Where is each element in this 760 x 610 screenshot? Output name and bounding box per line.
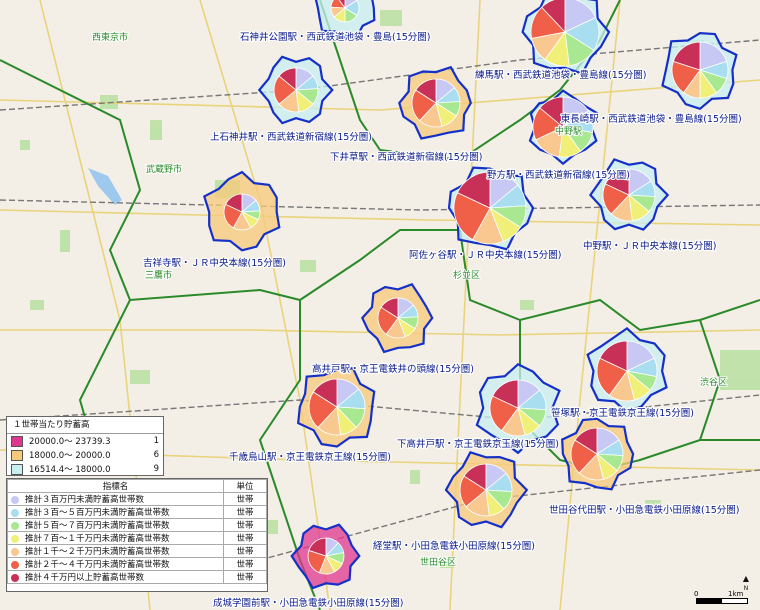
city-label: 武蔵野市 <box>146 163 182 175</box>
legend-indicators-table: 指標名 単位 推計３百万円未満貯蓄高世帯数 世帯 推計３百～５百万円未満貯蓄高世帯… <box>7 479 267 584</box>
station-label: 東長崎駅・西武鉄道池袋・豊島線(15分圏) <box>561 113 742 125</box>
center-label: 中野駅 <box>555 125 582 137</box>
legend-dot <box>11 573 19 582</box>
legend-indicator-row: 推計５百～７百万円未満貯蓄高世帯数 世帯 <box>7 518 267 532</box>
scale-one: 1km <box>728 590 744 598</box>
legend-dot <box>11 495 19 504</box>
station-label: 成城学園前駅・小田急電鉄小田原線(15分圏) <box>213 597 404 609</box>
scale-zero: 0 <box>694 590 699 598</box>
legend-indicator-name: 推計１千～２千万円未満貯蓄高世帯数 <box>25 547 170 557</box>
legend-indicator-unit: 世帯 <box>223 531 267 545</box>
legend-indicator-unit: 世帯 <box>223 557 267 571</box>
legend-range-count: 1 <box>153 436 159 446</box>
legend-swatch <box>11 449 23 461</box>
station-label: 高井戸駅・京王電鉄井の頭線(15分圏) <box>312 363 474 375</box>
city-label: 杉並区 <box>453 269 480 281</box>
station-label: 野方駅・西武鉄道新宿線(15分圏) <box>487 169 630 181</box>
legend-indicator-name: 推計３百万円未満貯蓄高世帯数 <box>25 495 145 505</box>
station-pie-chart <box>411 78 461 128</box>
legend-dot <box>11 521 19 530</box>
legend-dot <box>11 547 19 556</box>
station-pie-chart <box>459 463 513 517</box>
legend-indicator-unit: 世帯 <box>223 518 267 532</box>
scale-bar-graphic <box>696 598 748 604</box>
legend-indicator-row: 推計２千～４千万円未満貯蓄高世帯数 世帯 <box>7 557 267 571</box>
legend-col-unit: 単位 <box>223 479 267 493</box>
legend-indicator-name: 推計２千～４千万円未満貯蓄高世帯数 <box>25 560 170 570</box>
station-pie-chart <box>489 379 547 437</box>
north-arrow-icon: ▲ N <box>742 574 750 592</box>
legend-dot <box>11 534 19 543</box>
station-label: 千歳烏山駅・京王電鉄京王線(15分圏) <box>229 451 391 463</box>
legend-indicator-unit: 世帯 <box>223 492 267 506</box>
legend-dot <box>11 508 19 517</box>
station-pie-chart <box>453 171 527 245</box>
station-label: 上石神井駅・西武鉄道新宿線(15分圏) <box>210 131 372 143</box>
station-pie-chart <box>273 67 319 113</box>
legend-range-text: 20000.0～ 23739.3 <box>29 437 111 447</box>
legend-indicator-name: 推計７百～１千万円未満貯蓄高世帯数 <box>25 534 170 544</box>
city-label: 西東京市 <box>92 31 128 43</box>
station-label: 中野駅・ＪＲ中央本線(15分圏) <box>583 240 717 252</box>
legend-swatch <box>11 463 23 475</box>
station-label: 下高井戸駅・京王電鉄京王線(15分圏) <box>397 438 559 450</box>
scale-bar: 0 1km <box>694 590 752 606</box>
city-label: 三鷹市 <box>145 269 172 281</box>
station-pie-chart <box>570 427 624 481</box>
legend-indicator-name: 推計４千万円以上貯蓄高世帯数 <box>25 573 145 583</box>
station-label: 経堂駅・小田急電鉄小田原線(15分圏) <box>373 540 535 552</box>
legend-range-row: 20000.0～ 23739.3 1 <box>7 434 163 448</box>
legend-range-text: 16514.4～ 18000.0 <box>29 465 111 475</box>
legend-range-row: 16514.4～ 18000.0 9 <box>7 462 163 476</box>
station-pie-chart <box>596 340 658 402</box>
legend-indicator-row: 推計４千万円以上貯蓄高世帯数 世帯 <box>7 570 267 584</box>
station-label: 笹塚駅・京王電鉄京王線(15分圏) <box>551 407 694 419</box>
station-label: 吉祥寺駅・ＪＲ中央本線(15分圏) <box>143 257 286 269</box>
legend-indicator-row: 推計３百～５百万円未満貯蓄高世帯数 世帯 <box>7 505 267 519</box>
station-pie-chart <box>530 0 600 67</box>
legend-indicator-unit: 世帯 <box>223 544 267 558</box>
station-pie-chart <box>307 537 345 575</box>
legend-range-text: 18000.0～ 20000.0 <box>29 451 111 461</box>
city-label: 世田谷区 <box>420 556 456 568</box>
legend-indicator-row: 推計７百～１千万円未満貯蓄高世帯数 世帯 <box>7 531 267 545</box>
north-label: N <box>743 585 749 592</box>
station-label: 世田谷代田駅・小田急電鉄小田原線(15分圏) <box>549 504 740 516</box>
legend-indicator-unit: 世帯 <box>223 570 267 584</box>
legend-indicators: 指標名 単位 推計３百万円未満貯蓄高世帯数 世帯 推計３百～５百万円未満貯蓄高世帯… <box>6 478 268 592</box>
legend-range-row: 18000.0～ 20000.0 6 <box>7 448 163 462</box>
station-pie-chart <box>377 297 419 339</box>
legend-col-name: 指標名 <box>7 479 224 493</box>
legend-range-count: 6 <box>153 450 159 460</box>
station-label: 阿佐ヶ谷駅・ＪＲ中央本線(15分圏) <box>409 249 562 261</box>
legend-range-count: 9 <box>153 464 159 474</box>
station-label: 練馬駅・西武鉄道池袋・豊島線(15分圏) <box>475 69 647 81</box>
station-pie-chart <box>308 378 366 436</box>
legend-indicator-row: 推計１千～２千万円未満貯蓄高世帯数 世帯 <box>7 544 267 558</box>
legend-swatch <box>11 435 23 447</box>
legend-indicator-row: 推計３百万円未満貯蓄高世帯数 世帯 <box>7 492 267 506</box>
station-pie-chart <box>671 41 729 99</box>
legend-ranges: １世帯当たり貯蓄高 20000.0～ 23739.3 1 18000.0～ 20… <box>6 416 164 476</box>
legend-indicator-unit: 世帯 <box>223 505 267 519</box>
legend-dot <box>11 560 19 569</box>
station-label: 下井草駅・西武鉄道新宿線(15分圏) <box>330 151 483 163</box>
legend-header-row: 指標名 単位 <box>7 479 267 493</box>
legend-indicator-name: 推計５百～７百万円未満貯蓄高世帯数 <box>25 521 170 531</box>
station-pie-chart <box>223 193 261 231</box>
legend-ranges-title: １世帯当たり貯蓄高 <box>7 417 163 434</box>
city-label: 渋谷区 <box>700 376 727 388</box>
station-label: 石神井公園駅・西武鉄道池袋・豊島(15分圏) <box>240 31 431 43</box>
legend-indicator-name: 推計３百～５百万円未満貯蓄高世帯数 <box>25 508 170 518</box>
